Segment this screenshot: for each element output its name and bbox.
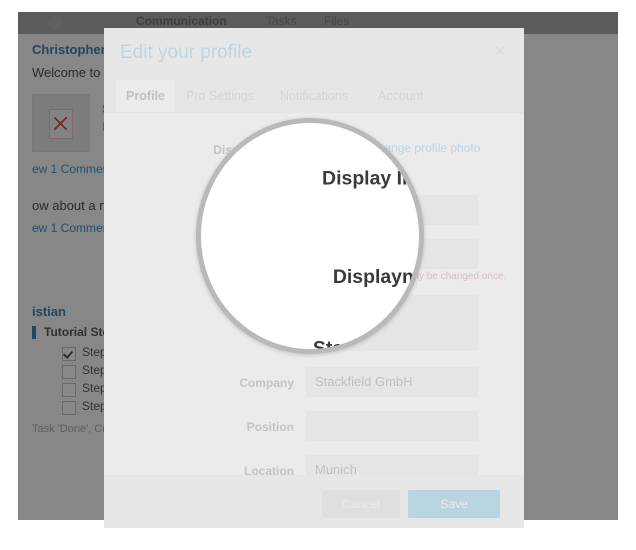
dialog-footer: Cancel Save <box>104 475 524 528</box>
position-input[interactable] <box>306 411 478 441</box>
lens-field-row-display-image: Display Image Change profile photo <box>201 137 420 237</box>
magnifier-lens: Display Image Change profile photo Displ… <box>196 118 424 354</box>
company-input[interactable]: Stackfield GmbH <box>306 367 478 397</box>
close-icon[interactable]: ✕ <box>490 42 510 62</box>
position-label: Position <box>246 420 294 434</box>
tab-notifications[interactable]: Notifications <box>270 80 358 112</box>
dialog-tabbar: Profile Pro Settings Notifications Accou… <box>104 80 524 113</box>
page-title: Edit your profile <box>120 42 253 63</box>
magnifier-content: Display Image Change profile photo Displ… <box>201 123 424 349</box>
dialog-header: Edit your profile ✕ <box>104 28 524 80</box>
tab-pro-settings[interactable]: Pro Settings <box>176 80 264 112</box>
tab-account[interactable]: Account <box>368 80 433 112</box>
tab-profile[interactable]: Profile <box>116 80 175 112</box>
lens-display-image-label: Display Image <box>322 166 420 190</box>
field-row-company: Company Stackfield GmbH <box>104 367 524 401</box>
save-button[interactable]: Save <box>408 490 500 518</box>
lens-displayname-label: Displayname <box>332 265 424 289</box>
lens-field-row-displayname: Displayname Christopher <box>201 251 424 306</box>
company-label: Company <box>239 376 294 390</box>
field-row-position: Position <box>104 411 524 445</box>
screenshot-root: Communication Tasks Files Christopher We… <box>0 0 636 550</box>
cancel-button[interactable]: Cancel <box>322 490 400 518</box>
